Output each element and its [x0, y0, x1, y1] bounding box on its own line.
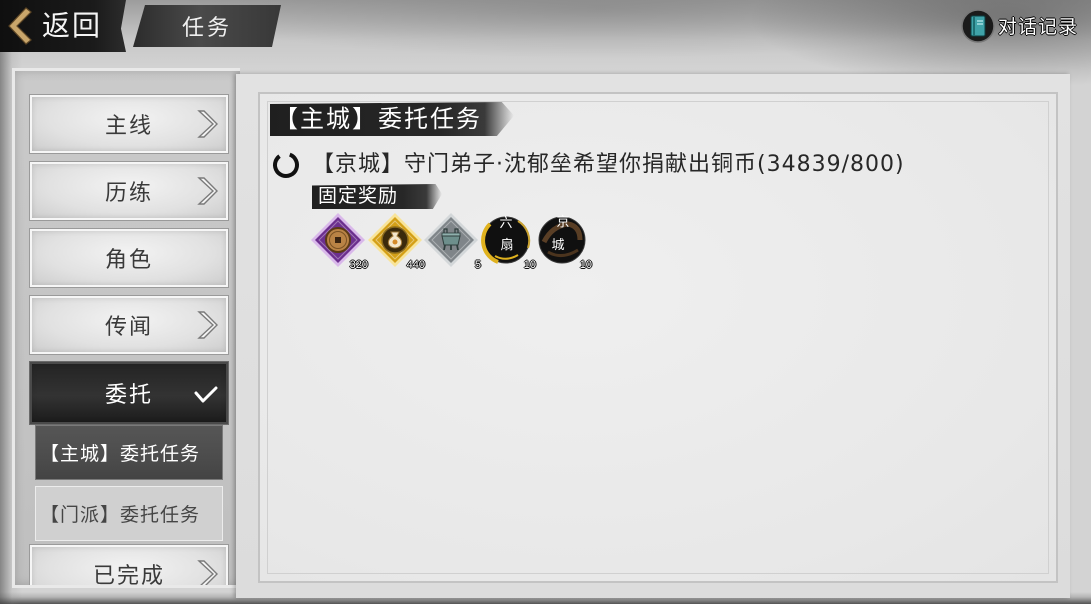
reward-item[interactable]: 320	[310, 212, 368, 271]
chevron-right-icon	[196, 176, 218, 206]
sidebar-subitem-main-city[interactable]: 【主城】委托任务	[35, 425, 223, 480]
emblem-char: 城	[551, 238, 565, 253]
page-title-tab: 任务	[133, 5, 281, 47]
sidebar-item-label: 角色	[104, 248, 153, 273]
reward-count: 10	[579, 259, 592, 271]
chevron-right-icon	[196, 109, 218, 139]
back-button[interactable]: 返回	[0, 0, 126, 52]
sidebar-item-label: 委托	[104, 383, 153, 408]
quest-description: 【京城】守门弟子·沈郁垒希望你捐献出铜币(34839/800)	[312, 152, 905, 177]
reward-item[interactable]: 京 城 10	[534, 212, 592, 271]
sidebar-item-label: 历练	[104, 181, 153, 206]
quest-row[interactable]: 【京城】守门弟子·沈郁垒希望你捐献出铜币(34839/800)	[270, 148, 970, 182]
sidebar-item-main-story[interactable]: 主线	[29, 94, 229, 154]
chevron-right-icon	[196, 310, 218, 340]
chevron-right-icon	[196, 559, 218, 585]
sidebar-item-character[interactable]: 角色	[29, 228, 229, 288]
reward-item[interactable]: 六 扇 10	[478, 212, 536, 271]
check-icon	[194, 386, 218, 404]
emblem-char: 京	[556, 215, 570, 230]
book-icon	[960, 8, 996, 44]
sidebar-subitem-label: 【主城】委托任务	[40, 443, 201, 465]
fixed-reward-label-text: 固定奖励	[318, 185, 399, 207]
section-title: 【主城】委托任务	[270, 102, 514, 136]
emblem-char: 扇	[500, 238, 514, 253]
dialog-log-button[interactable]: 对话记录	[960, 8, 1086, 44]
sidebar-item-commission[interactable]: 委托	[29, 361, 229, 425]
sidebar-item-completed[interactable]: 已完成	[29, 544, 229, 588]
reward-count: 320	[349, 259, 368, 271]
sidebar-item-label: 主线	[104, 114, 153, 139]
reward-item[interactable]: 5	[423, 212, 481, 271]
sidebar-item-rumors[interactable]: 传闻	[29, 295, 229, 355]
loading-ring-icon	[271, 150, 301, 180]
fixed-reward-label: 固定奖励	[312, 184, 442, 209]
sidebar-item-training[interactable]: 历练	[29, 161, 229, 221]
sidebar-item-label: 传闻	[104, 315, 153, 340]
reward-item[interactable]: 440	[367, 212, 425, 271]
chevron-left-icon	[6, 7, 32, 45]
sidebar-item-label: 已完成	[92, 564, 165, 588]
quest-category-sidebar: 主线 历练 角色 传闻 委托 【主城】委托任务 【门派】委托任务 已完成	[12, 68, 240, 588]
section-title-text: 【主城】委托任务	[274, 105, 482, 133]
dialog-log-label: 对话记录	[998, 16, 1079, 38]
page-title: 任务	[181, 16, 232, 41]
sidebar-subitem-sect[interactable]: 【门派】委托任务	[35, 486, 223, 541]
sidebar-subitem-label: 【门派】委托任务	[40, 504, 201, 526]
emblem-char: 六	[499, 216, 513, 231]
back-label: 返回	[42, 9, 103, 42]
